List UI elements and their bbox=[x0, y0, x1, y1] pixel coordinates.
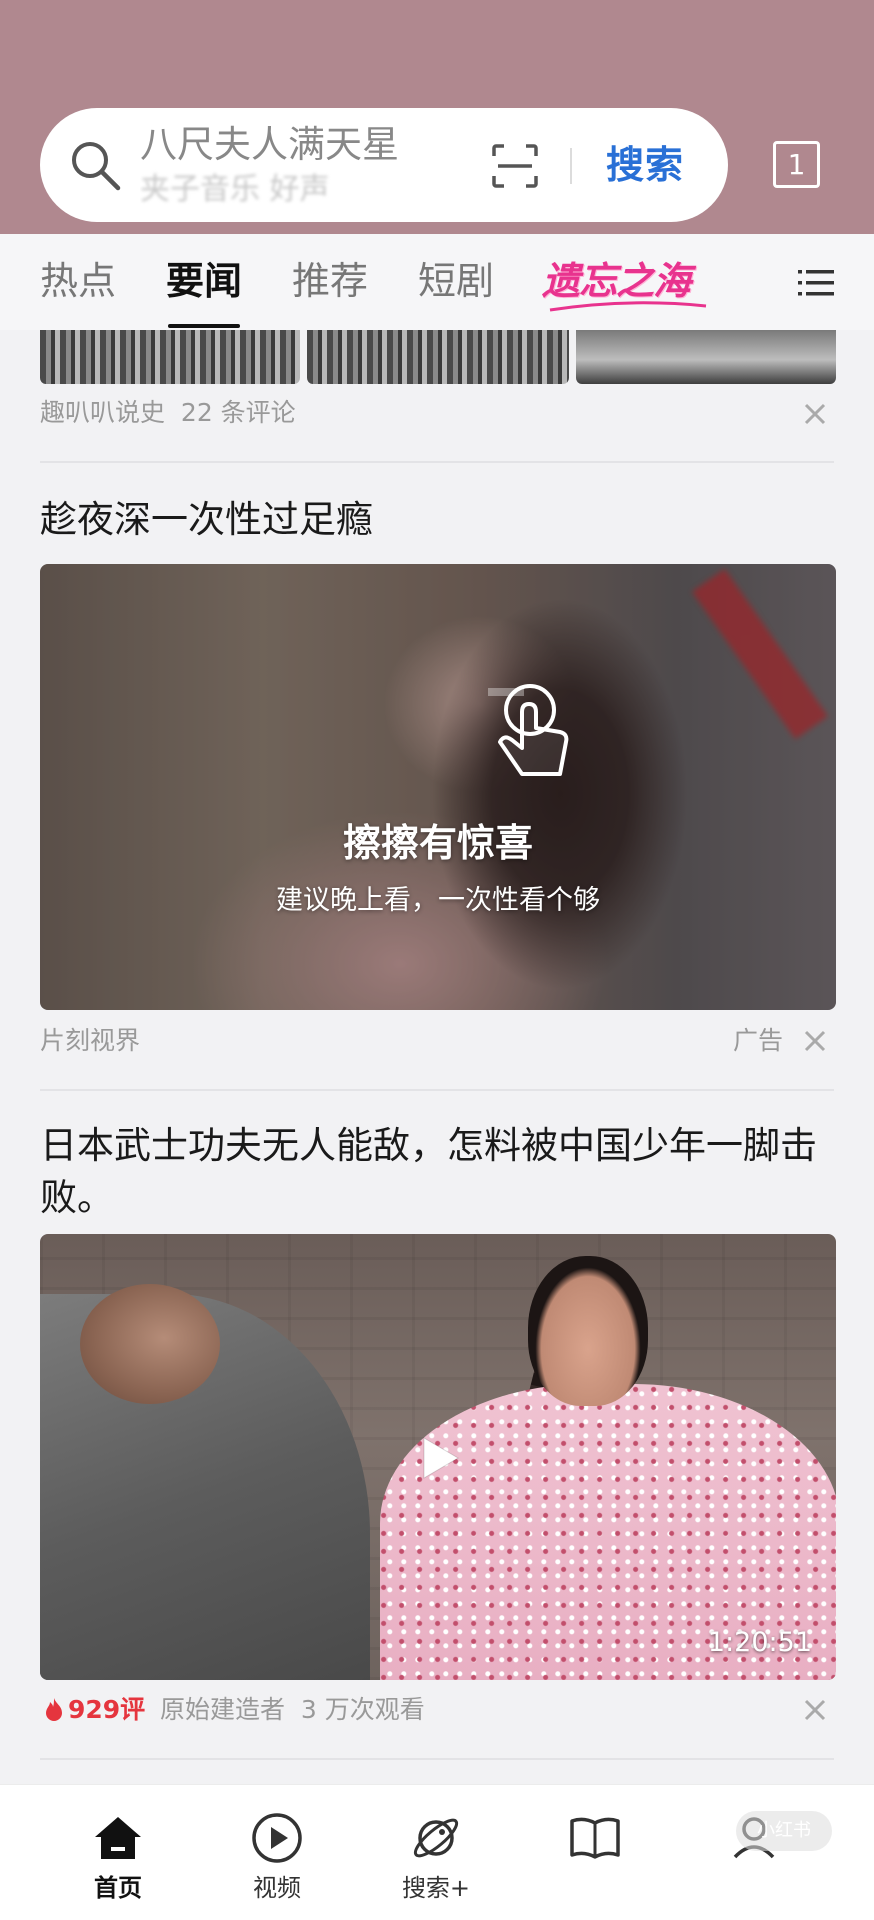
tab-news[interactable]: 要闻 bbox=[166, 256, 242, 306]
search-button[interactable]: 搜索 bbox=[606, 136, 684, 194]
search-input[interactable]: 八尺夫人满天星 夹子音乐 好声 bbox=[140, 122, 470, 212]
tap-hand-icon bbox=[488, 684, 569, 776]
search-icon bbox=[72, 142, 121, 191]
play-icon[interactable] bbox=[412, 1432, 464, 1484]
bottom-nav: 首页 视频 搜索+ 小红书 bbox=[0, 1784, 874, 1920]
ad-source: 片刻视界 bbox=[40, 1026, 141, 1055]
feed-divider bbox=[40, 1758, 834, 1760]
tab-hot[interactable]: 热点 bbox=[40, 256, 116, 306]
ad-subline: 建议晚上看，一次性看个够 bbox=[276, 885, 600, 916]
fire-icon bbox=[46, 1698, 62, 1721]
special-swoosh bbox=[549, 301, 707, 312]
home-icon bbox=[95, 1817, 141, 1859]
book-icon bbox=[570, 1817, 620, 1859]
video-figure-detail bbox=[528, 1256, 648, 1406]
search-divider bbox=[570, 148, 572, 184]
video-duration: 1:20:51 bbox=[707, 1627, 812, 1658]
menu-icon[interactable] bbox=[798, 268, 834, 298]
nav-search-plus[interactable]: 搜索+ bbox=[376, 1785, 496, 1920]
nav-video-label: 视频 bbox=[253, 1874, 301, 1902]
dismiss-icon[interactable] bbox=[801, 400, 829, 428]
top-header: 八尺夫人满天星 夹子音乐 好声 搜索 1 bbox=[0, 0, 874, 234]
nav-reading[interactable] bbox=[535, 1785, 655, 1920]
thumbnail-image bbox=[307, 330, 569, 384]
video-figure bbox=[40, 1284, 370, 1680]
ad-image[interactable]: 擦擦有惊喜 建议晚上看，一次性看个够 bbox=[40, 564, 836, 1010]
article-meta: 趣叭叭说史 22 条评论 bbox=[40, 393, 296, 433]
nav-video[interactable]: 视频 bbox=[217, 1785, 337, 1920]
video-author: 原始建造者 bbox=[160, 1695, 286, 1724]
ad-title[interactable]: 趁夜深一次性过足瘾 bbox=[40, 494, 840, 546]
video-meta: 原始建造者 3 万次观看 bbox=[160, 1690, 425, 1730]
article-thumbnails[interactable] bbox=[40, 330, 836, 384]
thumbnail-image bbox=[576, 330, 836, 384]
nav-profile[interactable] bbox=[694, 1785, 814, 1920]
feed-divider bbox=[40, 461, 834, 463]
tabs-count-button[interactable]: 1 bbox=[773, 141, 820, 188]
watermark-badge: 小红书 bbox=[736, 1811, 832, 1851]
nav-home[interactable]: 首页 bbox=[58, 1785, 178, 1920]
dismiss-icon[interactable] bbox=[801, 1696, 829, 1724]
search-placeholder: 八尺夫人满天星 bbox=[140, 123, 399, 166]
tab-active-indicator bbox=[168, 324, 240, 328]
video-play-icon bbox=[252, 1813, 302, 1863]
news-feed[interactable]: 趣叭叭说史 22 条评论 趁夜深一次性过足瘾 擦擦有惊喜 建议晚上看，一次性看个… bbox=[0, 330, 874, 1784]
tab-short-drama[interactable]: 短剧 bbox=[418, 256, 494, 306]
video-thumbnail[interactable]: 1:20:51 bbox=[40, 1234, 836, 1680]
dismiss-icon[interactable] bbox=[801, 1027, 829, 1055]
scan-icon[interactable] bbox=[492, 144, 538, 188]
ad-headline: 擦擦有惊喜 bbox=[342, 821, 533, 865]
nav-home-label: 首页 bbox=[94, 1874, 142, 1902]
video-comment-count: 929评 bbox=[68, 1695, 146, 1724]
ad-image-decoration bbox=[691, 568, 829, 740]
channel-bar: 热点 要闻 推荐 短剧 遗忘之海 bbox=[0, 234, 874, 330]
article-comments: 22 条评论 bbox=[180, 398, 296, 427]
feed-divider bbox=[40, 1089, 834, 1091]
thumbnail-image bbox=[40, 330, 300, 384]
article-source: 趣叭叭说史 bbox=[40, 398, 166, 427]
search-placeholder-next: 夹子音乐 好声 bbox=[140, 172, 330, 207]
tab-recommend[interactable]: 推荐 bbox=[292, 256, 368, 306]
ad-label: 广告 bbox=[733, 1026, 784, 1055]
search-bar[interactable]: 八尺夫人满天星 夹子音乐 好声 搜索 bbox=[40, 108, 728, 222]
video-title[interactable]: 日本武士功夫无人能敌，怎料被中国少年一脚击败。 bbox=[40, 1120, 840, 1224]
nav-search-plus-label: 搜索+ bbox=[401, 1874, 471, 1902]
video-views: 3 万次观看 bbox=[300, 1695, 425, 1724]
planet-search-icon bbox=[413, 1818, 459, 1858]
